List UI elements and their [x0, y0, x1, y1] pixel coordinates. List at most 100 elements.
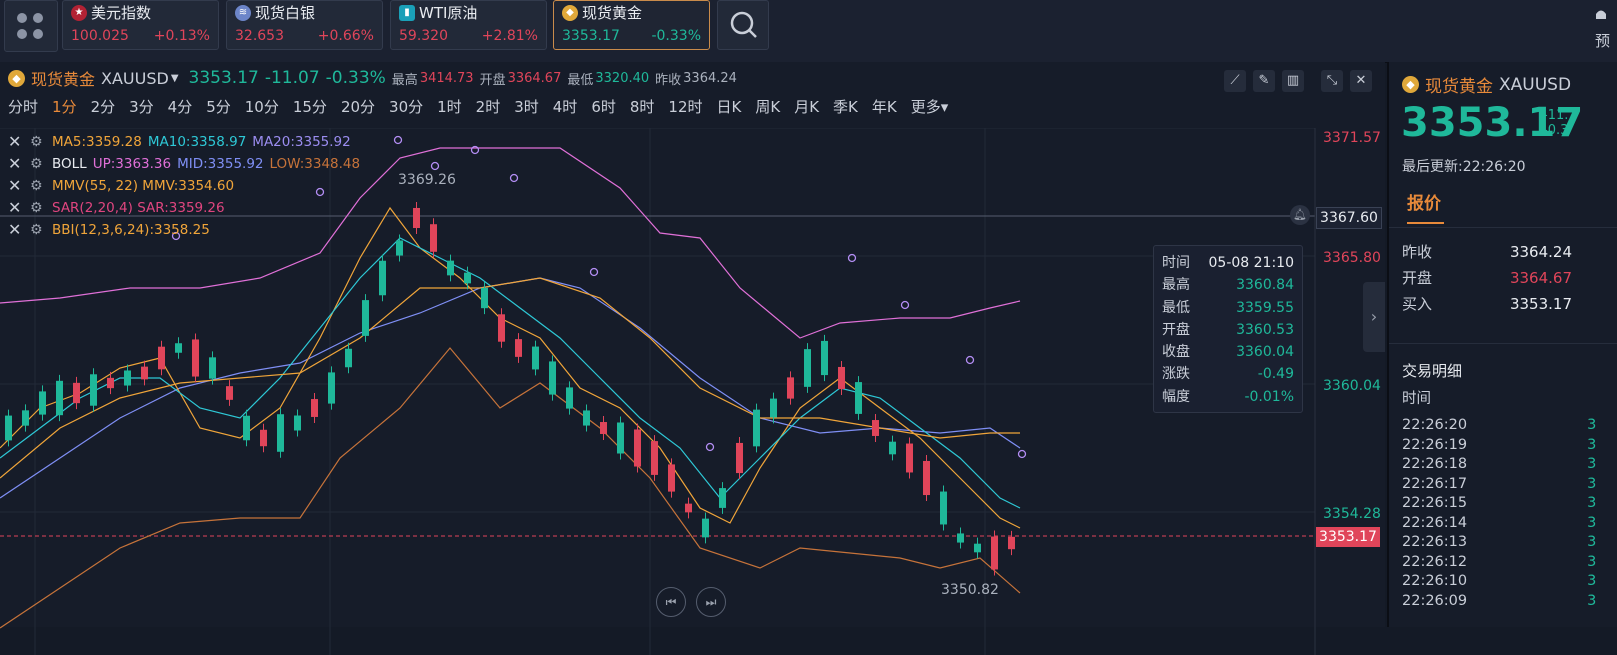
- collapse-icon[interactable]: ⤡: [1321, 70, 1343, 92]
- period-tab[interactable]: 年K: [872, 96, 897, 122]
- period-tab[interactable]: 15分: [293, 96, 327, 122]
- skip-forward-icon[interactable]: ⏭: [696, 587, 726, 617]
- candle-type-icon[interactable]: ▥: [1282, 70, 1304, 92]
- quote-row: 买入 3353.17: [1402, 295, 1572, 313]
- trough-label: 3350.82: [941, 582, 999, 598]
- candle-body: [345, 348, 352, 368]
- gear-icon[interactable]: ⚙: [30, 178, 46, 194]
- header-pct: -0.33%: [325, 68, 386, 88]
- period-tab[interactable]: 10分: [245, 96, 279, 122]
- draw-line-icon[interactable]: ⟋: [1224, 70, 1246, 92]
- boll-up: UP:3363.36: [92, 155, 172, 172]
- period-tab[interactable]: 4分: [168, 96, 193, 122]
- period-tab[interactable]: 3时: [514, 96, 539, 122]
- candle-body: [362, 300, 369, 336]
- oil-icon: ▮: [399, 5, 415, 21]
- bell-icon[interactable]: [1592, 6, 1610, 24]
- sar-label: SAR(2,20,4) SAR:3359.26: [52, 199, 225, 216]
- last-price-label: 3353.17: [1316, 527, 1380, 547]
- candle-body: [464, 272, 471, 284]
- candle-body: [56, 380, 63, 416]
- period-tab[interactable]: 5分: [206, 96, 231, 122]
- gear-icon[interactable]: ⚙: [30, 156, 46, 172]
- candle-body: [277, 414, 284, 452]
- ticker-wti-oil[interactable]: ▮ WTI原油 59.320 +2.81%: [390, 0, 547, 50]
- close-icon[interactable]: ✕: [8, 198, 24, 217]
- candle-body: [209, 357, 216, 379]
- top-bar: ★ 美元指数 100.025 +0.13% ≋ 现货白银 32.653 +0.66% ▮…: [0, 0, 1617, 63]
- candle-body: [498, 314, 505, 342]
- time-header: 时间: [1402, 391, 1431, 407]
- tooltip-row: 最高 3360.84: [1162, 277, 1294, 294]
- period-tab[interactable]: 3分: [129, 96, 154, 122]
- period-tab[interactable]: 月K: [794, 96, 819, 122]
- ticker-silver[interactable]: ≋ 现货白银 32.653 +0.66%: [226, 0, 383, 50]
- sar-dot: [315, 187, 325, 197]
- search-button[interactable]: [717, 0, 769, 50]
- last-updated: 最后更新:22:26:20: [1402, 159, 1526, 175]
- period-tab[interactable]: 1时: [437, 96, 462, 122]
- period-tab[interactable]: 分时: [8, 96, 38, 122]
- period-tab[interactable]: 30分: [389, 96, 423, 122]
- tab-underline: [1407, 222, 1444, 224]
- period-tab[interactable]: 季K: [833, 96, 858, 122]
- skip-back-icon[interactable]: ⏮: [656, 587, 686, 617]
- gear-icon[interactable]: ⚙: [30, 134, 46, 150]
- candle-body: [719, 488, 726, 508]
- indicator-ma: ✕ ⚙ MA5:3359.28 MA10:3358.97 MA20:3355.92: [8, 132, 351, 151]
- gear-icon[interactable]: ⚙: [30, 222, 46, 238]
- gear-icon[interactable]: ⚙: [30, 200, 46, 216]
- expand-panel-button[interactable]: ›: [1363, 282, 1385, 352]
- candle-body: [804, 349, 811, 387]
- sar-dot: [509, 173, 519, 183]
- candle-body: [311, 399, 318, 417]
- close-icon[interactable]: ✕: [1350, 70, 1372, 92]
- close-icon[interactable]: ✕: [8, 154, 24, 173]
- candle-body: [770, 398, 777, 418]
- ma20-label: MA20:3355.92: [252, 133, 351, 150]
- ticker-gold[interactable]: ◆ 现货黄金 3353.17 -0.33%: [553, 0, 710, 50]
- period-tab[interactable]: 1分: [52, 96, 77, 122]
- period-tab[interactable]: 周K: [755, 96, 780, 122]
- tooltip-row: 涨跌 -0.49: [1162, 366, 1294, 383]
- ticker-dollar-index[interactable]: ★ 美元指数 100.025 +0.13%: [62, 0, 219, 50]
- period-tab[interactable]: 4时: [553, 96, 578, 122]
- candle-body: [5, 415, 12, 441]
- candle-body: [923, 460, 930, 496]
- chevron-down-icon[interactable]: ▼: [171, 73, 179, 84]
- period-tab[interactable]: 6时: [591, 96, 616, 122]
- top-right-label[interactable]: 预: [1595, 30, 1610, 51]
- period-tab[interactable]: 2时: [476, 96, 501, 122]
- period-tab[interactable]: 日K: [717, 96, 742, 122]
- quote-row: 昨收 3364.24: [1402, 243, 1572, 261]
- ma10-label: MA10:3358.97: [147, 133, 247, 150]
- candle-body: [617, 422, 624, 454]
- candle-body: [974, 543, 981, 553]
- candle-body: [736, 442, 743, 474]
- period-tab[interactable]: 更多▾: [911, 96, 949, 122]
- candle-body: [226, 386, 233, 400]
- apps-grid-button[interactable]: [4, 0, 58, 52]
- tooltip-row: 时间 05-08 21:10: [1162, 255, 1294, 271]
- candle-body: [175, 343, 182, 353]
- period-tab[interactable]: 20分: [341, 96, 375, 122]
- period-tab[interactable]: 8时: [630, 96, 655, 122]
- close-icon[interactable]: ✕: [8, 220, 24, 239]
- period-tab[interactable]: 2分: [91, 96, 116, 122]
- alert-bell-icon[interactable]: 🔔︎: [1290, 205, 1310, 225]
- side-change: -11. -0.3: [1543, 108, 1569, 138]
- instrument-symbol[interactable]: XAUUSD: [101, 69, 169, 88]
- gold-icon: ◆: [8, 69, 25, 87]
- tab-quote[interactable]: 报价: [1407, 189, 1441, 214]
- prev-close-value: 3364.24: [683, 70, 737, 86]
- trade-row: 22:26:13 3: [1402, 534, 1597, 550]
- boll-name: BOLL: [52, 155, 87, 172]
- pencil-icon[interactable]: ✎: [1253, 70, 1275, 92]
- close-icon[interactable]: ✕: [8, 176, 24, 195]
- candle-body: [957, 533, 964, 543]
- sar-dot: [430, 161, 440, 171]
- indicator-sar: ✕ ⚙ SAR(2,20,4) SAR:3359.26: [8, 198, 225, 217]
- close-icon[interactable]: ✕: [8, 132, 24, 151]
- period-tab[interactable]: 12时: [668, 96, 702, 122]
- sar-dot: [965, 355, 975, 365]
